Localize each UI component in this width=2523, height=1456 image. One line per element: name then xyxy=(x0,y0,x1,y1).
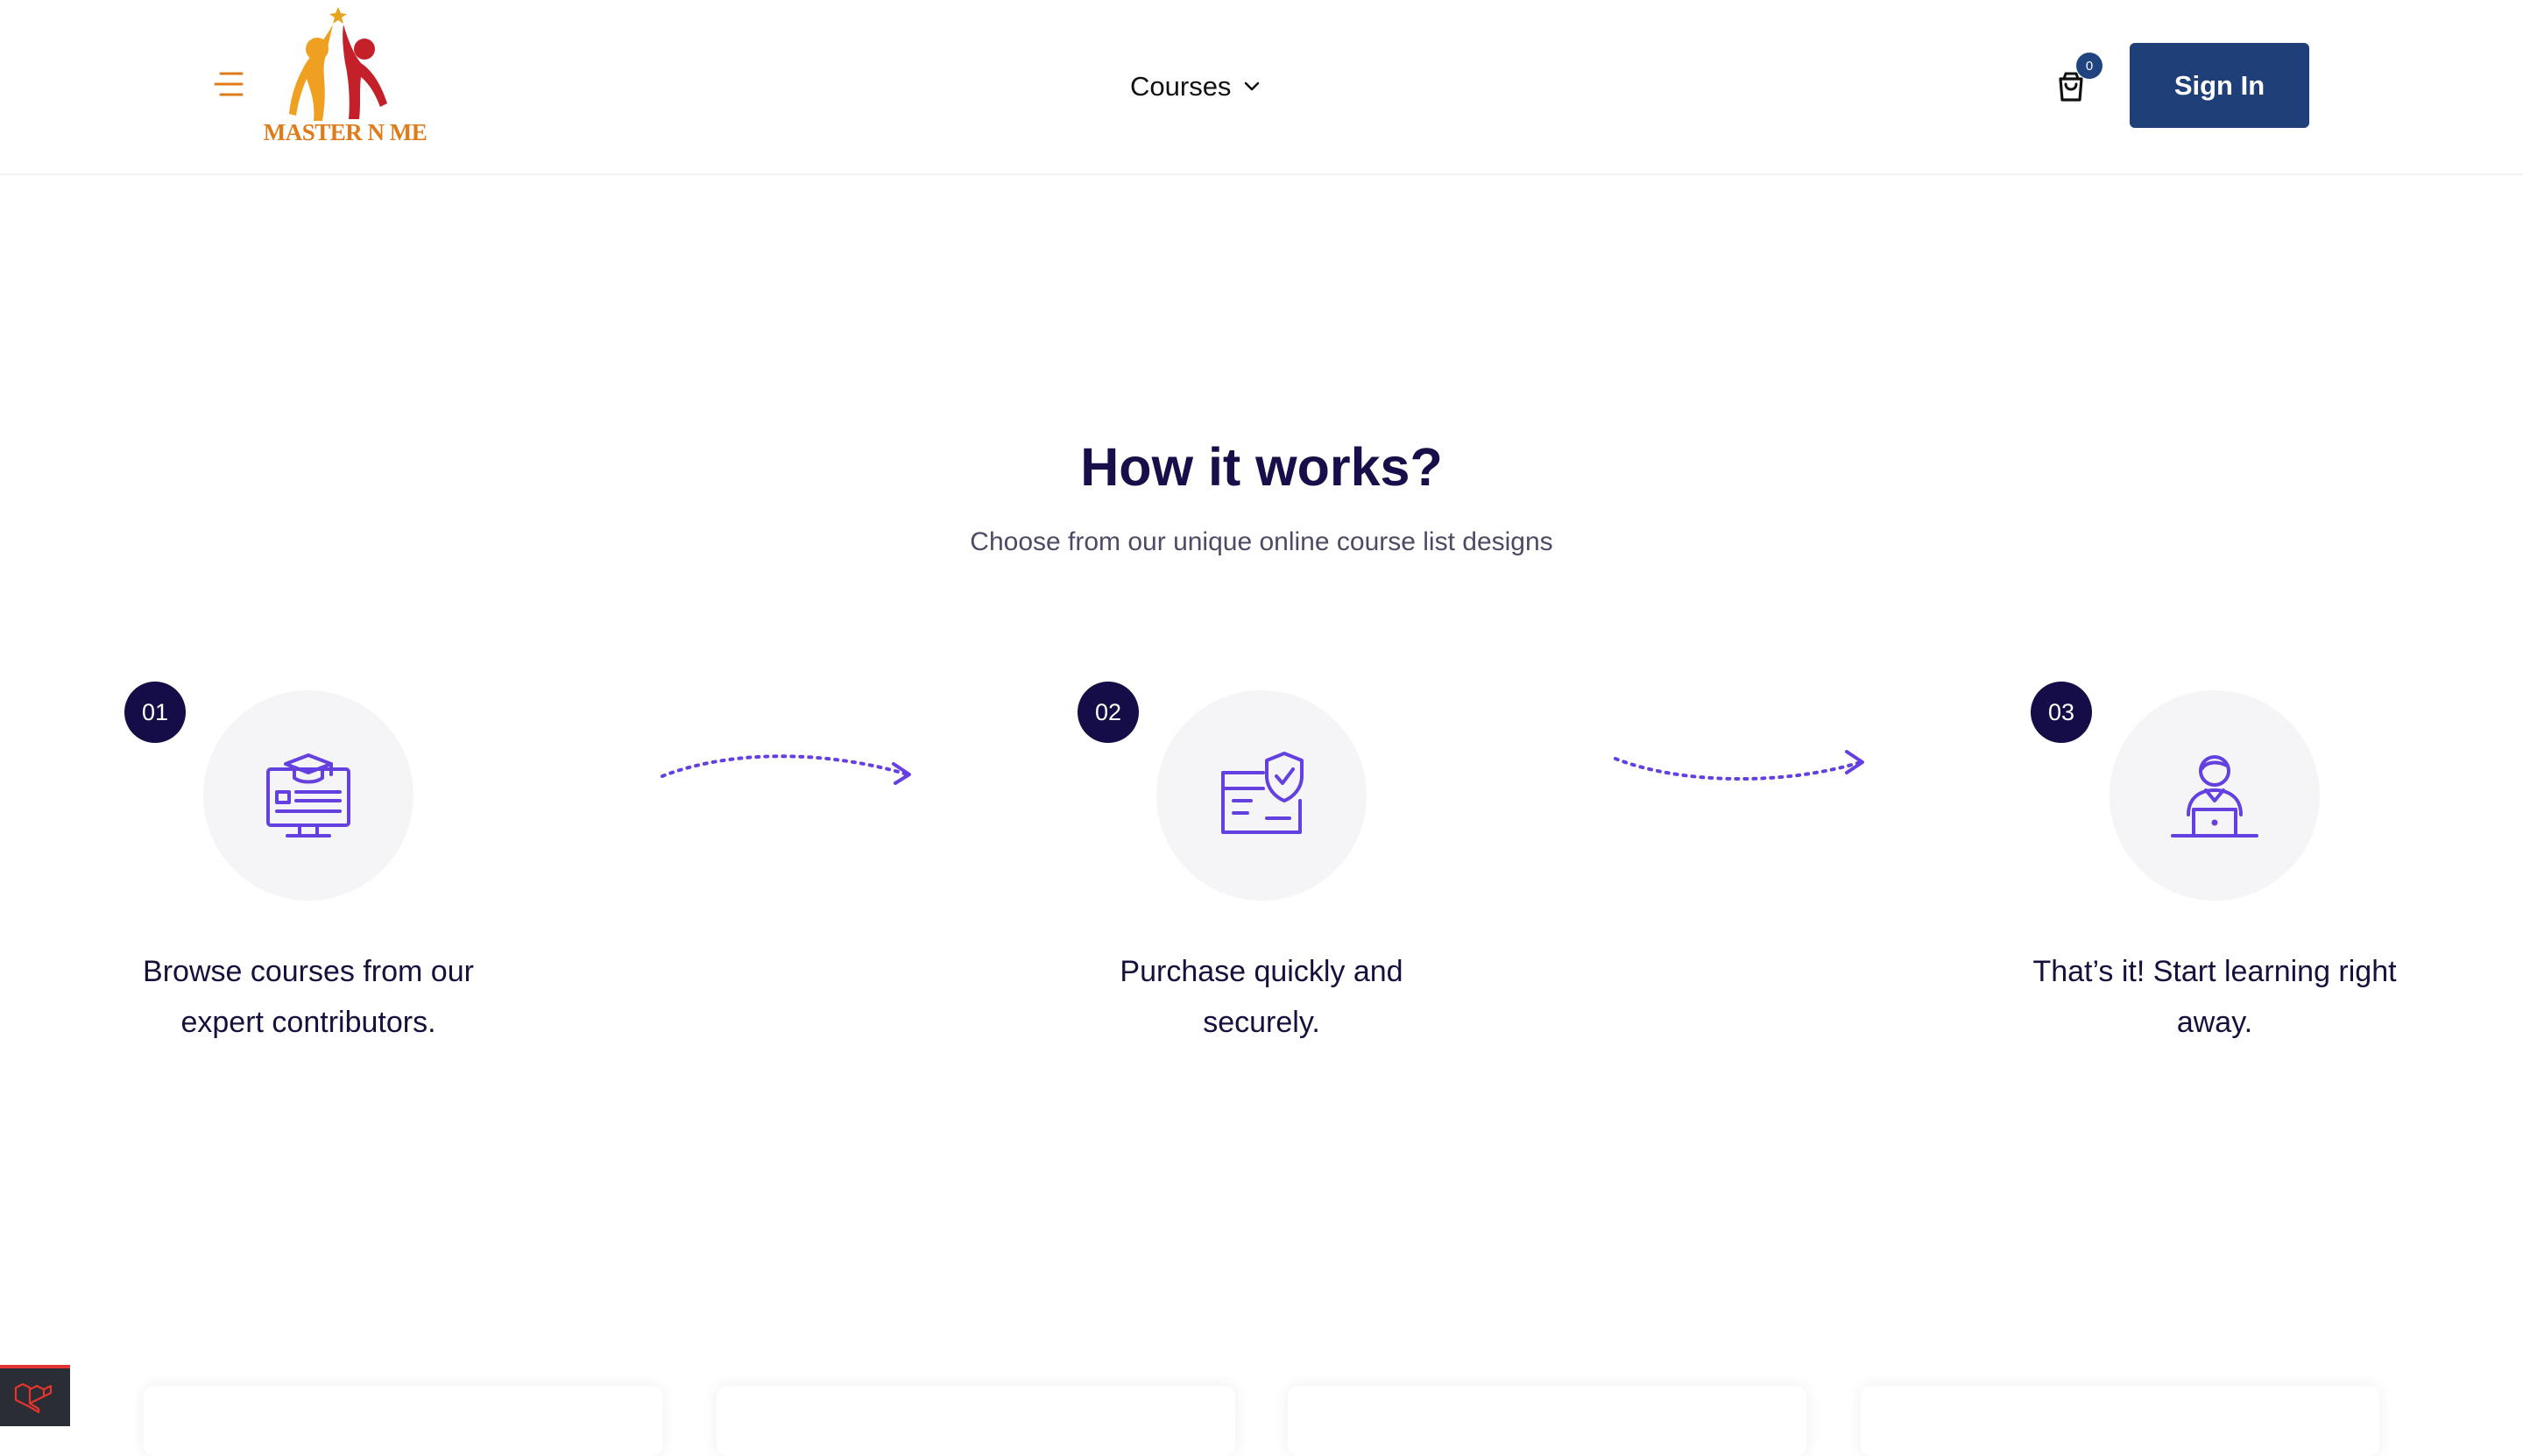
logo-text: MASTER N ME xyxy=(263,119,428,145)
step-icon-circle xyxy=(2110,690,2320,901)
hamburger-menu-icon[interactable] xyxy=(214,70,244,98)
nav-courses-label: Courses xyxy=(1130,71,1232,102)
step-number-badge: 03 xyxy=(2031,682,2092,743)
step-icon-circle xyxy=(203,690,413,901)
secure-payment-card-icon xyxy=(1221,752,1304,834)
cart-count-badge: 0 xyxy=(2076,53,2102,79)
course-card[interactable] xyxy=(717,1386,1235,1456)
step-icon-circle xyxy=(1156,690,1367,901)
step-card-1: 01 Browse courses from our expert contri… xyxy=(124,682,492,1067)
step-description: That’s it! Start learning right away. xyxy=(2032,955,2397,1039)
nav-courses-dropdown[interactable]: Courses xyxy=(1130,65,1261,109)
step-card-3: 03 That’s it! Start learning right away. xyxy=(2031,682,2399,1067)
section-title: How it works? xyxy=(1080,437,1443,497)
chevron-down-icon xyxy=(1245,81,1260,91)
step-card-2: 02 Purchase quickly and securely. xyxy=(1078,682,1445,1067)
section-subtitle: Choose from our unique online course lis… xyxy=(970,527,1553,556)
step-number-badge: 01 xyxy=(124,682,186,743)
step-number-badge: 02 xyxy=(1078,682,1139,743)
step-description: Purchase quickly and securely. xyxy=(1120,955,1403,1039)
online-course-screen-icon xyxy=(266,753,350,838)
site-header: MASTER N ME Courses 0 Sign In xyxy=(0,0,2523,175)
debug-toolbar-toggle[interactable] xyxy=(0,1365,70,1426)
course-card[interactable] xyxy=(1288,1386,1806,1456)
site-logo[interactable]: MASTER N ME xyxy=(249,5,442,154)
logo-figures-icon xyxy=(289,7,387,121)
sign-in-button[interactable]: Sign In xyxy=(2130,43,2309,128)
step-description: Browse courses from our expert contribut… xyxy=(143,955,474,1039)
learner-at-laptop-icon xyxy=(2171,755,2258,838)
curved-arrow-icon xyxy=(661,754,911,785)
curved-arrow-icon xyxy=(1614,750,1864,781)
course-card[interactable] xyxy=(144,1386,662,1456)
laravel-logo-icon xyxy=(14,1382,53,1414)
course-card[interactable] xyxy=(1861,1386,2379,1456)
